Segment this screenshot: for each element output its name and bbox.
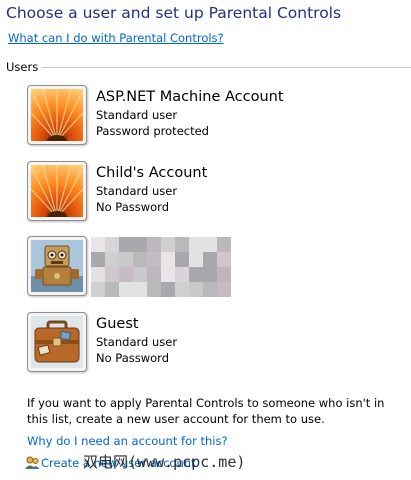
users-group-label: Users: [6, 60, 39, 74]
pixel-block: [175, 252, 189, 267]
pixel-block: [147, 267, 161, 282]
users-group-divider: [42, 67, 411, 68]
pixel-block: [175, 282, 189, 297]
users-group: Users: [4, 60, 411, 74]
pixel-block: [91, 252, 105, 267]
pixel-block: [203, 282, 217, 297]
account-password-status: Password protected: [96, 124, 209, 138]
account-password-status: No Password: [96, 200, 170, 214]
pixel-block: [91, 282, 105, 297]
account-type: Standard user: [96, 108, 178, 122]
user-account-obscured[interactable]: [27, 236, 397, 304]
pixel-block: [133, 282, 147, 297]
pixelated-account-details: [91, 237, 231, 297]
orange-flower-icon: [31, 165, 83, 217]
pixel-block: [119, 252, 133, 267]
pixel-block: [147, 237, 161, 252]
pixel-block: [203, 237, 217, 252]
pixel-block: [217, 282, 231, 297]
pixel-block: [203, 252, 217, 267]
add-account-info-text: If you want to apply Parental Controls t…: [27, 396, 385, 426]
pixel-block: [91, 237, 105, 252]
orange-flower-icon: [31, 89, 83, 141]
pixel-block: [189, 252, 203, 267]
pixel-block: [189, 267, 203, 282]
pixel-block: [147, 252, 161, 267]
pixel-block: [175, 237, 189, 252]
user-account-aspnet[interactable]: ASP.NET Machine Account Standard user Pa…: [27, 85, 397, 153]
pixel-block: [217, 267, 231, 282]
pixel-block: [161, 252, 175, 267]
pixel-block: [161, 282, 175, 297]
avatar: [27, 312, 87, 372]
pixel-block: [105, 282, 119, 297]
avatar: [27, 161, 87, 221]
pixel-block: [217, 252, 231, 267]
why-need-account-link[interactable]: Why do I need an account for this?: [27, 434, 228, 448]
account-name: ASP.NET Machine Account: [96, 89, 284, 105]
robot-icon: [31, 240, 83, 292]
watermark: 双电网(www.pcpc.me): [83, 453, 246, 471]
pixel-block: [119, 267, 133, 282]
user-accounts-icon: [25, 456, 40, 469]
pixel-block: [133, 267, 147, 282]
user-account-guest[interactable]: Guest Standard user No Password: [27, 312, 397, 380]
pixel-block: [119, 282, 133, 297]
pixel-block: [217, 237, 231, 252]
pixel-block: [147, 282, 161, 297]
pixel-block: [91, 267, 105, 282]
pixel-block: [105, 237, 119, 252]
pixel-block: [175, 267, 189, 282]
pixel-block: [105, 267, 119, 282]
pixel-block: [189, 237, 203, 252]
pixel-block: [119, 237, 133, 252]
pixel-block: [105, 252, 119, 267]
account-type: Standard user: [96, 184, 178, 198]
avatar: [27, 85, 87, 145]
page-title: Choose a user and set up Parental Contro…: [6, 4, 342, 22]
account-name: Child's Account: [96, 165, 208, 181]
pixel-block: [203, 267, 217, 282]
pixel-block: [161, 237, 175, 252]
pixel-block: [161, 267, 175, 282]
avatar: [27, 236, 87, 296]
account-name: Guest: [96, 316, 139, 332]
briefcase-icon: [31, 316, 83, 368]
pixel-block: [133, 237, 147, 252]
parental-controls-help-link[interactable]: What can I do with Parental Controls?: [8, 31, 224, 45]
user-account-child[interactable]: Child's Account Standard user No Passwor…: [27, 161, 397, 229]
pixel-block: [189, 282, 203, 297]
pixel-block: [133, 252, 147, 267]
account-password-status: No Password: [96, 351, 170, 365]
account-type: Standard user: [96, 335, 178, 349]
